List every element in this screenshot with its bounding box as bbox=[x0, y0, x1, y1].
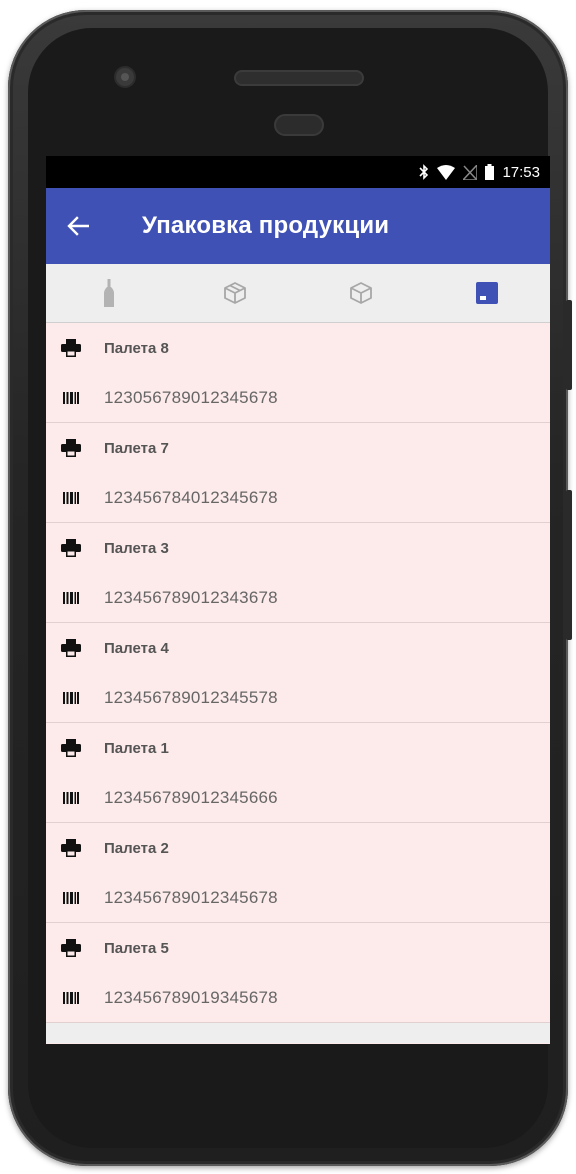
printer-icon[interactable] bbox=[48, 339, 94, 357]
pallet-code-row: 123456789012343678 bbox=[46, 573, 550, 623]
barcode-icon bbox=[48, 892, 94, 904]
pallet-name-row: Палета 4 bbox=[46, 623, 550, 673]
pallet-barcode: 123456789012345678 bbox=[104, 888, 278, 907]
printer-icon[interactable] bbox=[48, 939, 94, 957]
pallet-icon bbox=[476, 282, 498, 304]
pallet-code-row: 123456789012345666 bbox=[46, 773, 550, 823]
pallet-name-row: Палета 1 bbox=[46, 723, 550, 773]
earpiece-speaker bbox=[236, 72, 362, 84]
list-footer bbox=[46, 1023, 550, 1043]
tab-bar bbox=[46, 264, 550, 323]
list-item[interactable]: Палета 2 123456789012345678 bbox=[46, 823, 550, 923]
wifi-icon bbox=[437, 164, 456, 180]
status-time: 17:53 bbox=[502, 163, 540, 181]
status-bar: 17:53 bbox=[46, 156, 550, 188]
pallet-barcode: 123456789012343678 bbox=[104, 588, 278, 607]
pallet-code-row: 123056789012345678 bbox=[46, 373, 550, 423]
pallet-barcode: 123456789019345678 bbox=[104, 988, 278, 1007]
list-item[interactable]: Палета 4 123456789012345578 bbox=[46, 623, 550, 723]
pallet-barcode: 123456789012345666 bbox=[104, 788, 278, 807]
list-item[interactable]: Палета 1 123456789012345666 bbox=[46, 723, 550, 823]
barcode-icon bbox=[48, 392, 94, 404]
printer-icon[interactable] bbox=[48, 539, 94, 557]
bluetooth-icon bbox=[419, 164, 429, 180]
app-bar: Упаковка продукции bbox=[46, 188, 550, 264]
pallet-name-row: Палета 8 bbox=[46, 323, 550, 373]
tab-bottle[interactable] bbox=[46, 264, 172, 322]
page-title: Упаковка продукции bbox=[142, 212, 390, 239]
pallet-list: Палета 8 123056789012345678 Палета 7 123456… bbox=[46, 323, 550, 1023]
power-button bbox=[566, 300, 572, 390]
phone-frame: 17:53 Упаковка продукции Палета 8 123056… bbox=[8, 10, 572, 1166]
pallet-name-row: Палета 7 bbox=[46, 423, 550, 473]
arrow-left-icon bbox=[67, 216, 89, 236]
pallet-name: Палета 8 bbox=[104, 339, 169, 357]
pallet-barcode: 123456789012345578 bbox=[104, 688, 278, 707]
barcode-icon bbox=[48, 792, 94, 804]
pallet-name: Палета 2 bbox=[104, 839, 169, 857]
barcode-icon bbox=[48, 592, 94, 604]
pallet-name: Палета 3 bbox=[104, 539, 169, 557]
list-item[interactable]: Палета 3 123456789012343678 bbox=[46, 523, 550, 623]
printer-icon[interactable] bbox=[48, 839, 94, 857]
pallet-code-row: 123456789019345678 bbox=[46, 973, 550, 1023]
pallet-name-row: Палета 3 bbox=[46, 523, 550, 573]
pallet-code-row: 123456784012345678 bbox=[46, 473, 550, 523]
tab-box[interactable] bbox=[298, 264, 424, 322]
box-icon bbox=[350, 282, 372, 304]
pallet-name: Палета 1 bbox=[104, 739, 169, 757]
pallet-barcode: 123456784012345678 bbox=[104, 488, 278, 507]
pallet-barcode: 123056789012345678 bbox=[104, 388, 278, 407]
box-open-icon bbox=[224, 282, 246, 304]
battery-icon bbox=[485, 164, 495, 180]
printer-icon[interactable] bbox=[48, 639, 94, 657]
printer-icon[interactable] bbox=[48, 739, 94, 757]
pallet-name: Палета 7 bbox=[104, 439, 169, 457]
barcode-icon bbox=[48, 492, 94, 504]
back-button[interactable] bbox=[46, 188, 114, 264]
list-item[interactable]: Палета 7 123456784012345678 bbox=[46, 423, 550, 523]
barcode-icon bbox=[48, 692, 94, 704]
proximity-sensor bbox=[276, 116, 322, 134]
pallet-name-row: Палета 5 bbox=[46, 923, 550, 973]
bottle-icon bbox=[104, 279, 114, 307]
list-item[interactable]: Палета 8 123056789012345678 bbox=[46, 323, 550, 423]
list-item[interactable]: Палета 5 123456789019345678 bbox=[46, 923, 550, 1023]
pallet-name: Палета 4 bbox=[104, 639, 169, 657]
tab-pallet[interactable] bbox=[424, 264, 550, 322]
front-camera bbox=[116, 68, 134, 86]
no-sim-icon bbox=[463, 164, 478, 180]
printer-icon[interactable] bbox=[48, 439, 94, 457]
screen: 17:53 Упаковка продукции Палета 8 123056… bbox=[46, 156, 550, 1044]
pallet-name-row: Палета 2 bbox=[46, 823, 550, 873]
pallet-name: Палета 5 bbox=[104, 939, 169, 957]
tab-box-open[interactable] bbox=[172, 264, 298, 322]
barcode-icon bbox=[48, 992, 94, 1004]
pallet-code-row: 123456789012345578 bbox=[46, 673, 550, 723]
volume-button bbox=[566, 490, 572, 640]
pallet-code-row: 123456789012345678 bbox=[46, 873, 550, 923]
